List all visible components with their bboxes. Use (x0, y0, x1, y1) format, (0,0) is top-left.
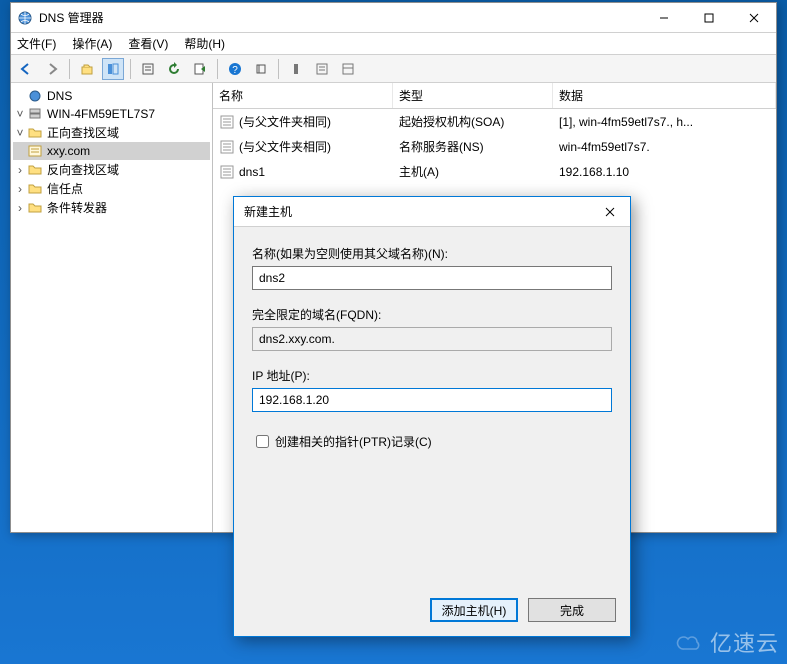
toolbar-separator (130, 59, 131, 79)
server-icon (27, 106, 43, 122)
back-button[interactable] (15, 58, 37, 80)
filter-button[interactable] (250, 58, 272, 80)
create-ptr-label: 创建相关的指针(PTR)记录(C) (275, 433, 432, 450)
new-host-dialog: 新建主机 名称(如果为空则使用其父域名称)(N): 完全限定的域名(FQDN):… (233, 196, 631, 637)
folder-open-icon (27, 125, 43, 141)
tree-label: DNS (47, 89, 72, 103)
ip-label: IP 地址(P): (252, 367, 612, 384)
up-button[interactable] (76, 58, 98, 80)
help-button[interactable]: ? (224, 58, 246, 80)
menu-help[interactable]: 帮助(H) (184, 35, 225, 52)
dialog-title: 新建主机 (244, 203, 590, 220)
show-hide-tree-button[interactable] (102, 58, 124, 80)
dns-app-icon (17, 10, 33, 26)
cell-name: (与父文件夹相同) (239, 138, 331, 155)
tree-node-forward-zones[interactable]: ˅ 正向查找区域 (13, 123, 210, 142)
tree-node-conditional-forwarders[interactable]: › 条件转发器 (13, 198, 210, 217)
cell-data: win-4fm59etl7s7. (559, 140, 650, 154)
cell-name: (与父文件夹相同) (239, 113, 331, 130)
tree-label: WIN-4FM59ETL7S7 (47, 107, 155, 121)
ip-input[interactable] (252, 388, 612, 412)
collapse-caret-icon[interactable]: › (13, 201, 27, 215)
tree-node-zone-xxy[interactable]: xxy.com (13, 142, 210, 160)
zone-icon (27, 143, 43, 159)
toolbar-separator (278, 59, 279, 79)
cell-type: 名称服务器(NS) (399, 138, 484, 155)
column-header-type[interactable]: 类型 (393, 83, 553, 108)
menu-view[interactable]: 查看(V) (128, 35, 168, 52)
add-host-button[interactable]: 添加主机(H) (430, 598, 518, 622)
cell-type: 主机(A) (399, 163, 439, 180)
toolbar-separator (217, 59, 218, 79)
collapse-caret-icon[interactable]: › (13, 182, 27, 196)
name-input[interactable] (252, 266, 612, 290)
folder-icon (27, 181, 43, 197)
titlebar[interactable]: DNS 管理器 (11, 3, 776, 33)
tool-btn-3[interactable] (337, 58, 359, 80)
close-button[interactable] (731, 3, 776, 32)
list-row[interactable]: (与父文件夹相同) 起始授权机构(SOA) [1], win-4fm59etl7… (213, 109, 776, 134)
column-header-data[interactable]: 数据 (553, 83, 776, 108)
cell-data: 192.168.1.10 (559, 165, 629, 179)
expand-caret-icon[interactable]: ˅ (13, 126, 27, 140)
toolbar-separator (69, 59, 70, 79)
list-header: 名称 类型 数据 (213, 83, 776, 109)
export-button[interactable] (189, 58, 211, 80)
dns-root-icon (27, 88, 43, 104)
cell-type: 起始授权机构(SOA) (399, 113, 504, 130)
tree-label: xxy.com (47, 144, 90, 158)
properties-button[interactable] (137, 58, 159, 80)
watermark-text: 亿速云 (710, 626, 779, 658)
dialog-button-row: 添加主机(H) 完成 (234, 588, 630, 636)
record-icon (219, 114, 235, 130)
tool-btn-2[interactable] (311, 58, 333, 80)
tree-label: 信任点 (47, 180, 83, 197)
window-title: DNS 管理器 (39, 9, 641, 26)
dialog-titlebar[interactable]: 新建主机 (234, 197, 630, 227)
done-button[interactable]: 完成 (528, 598, 616, 622)
record-icon (219, 139, 235, 155)
folder-icon (27, 200, 43, 216)
tree-label: 反向查找区域 (47, 161, 119, 178)
svg-text:?: ? (232, 65, 238, 76)
tree-node-trust-points[interactable]: › 信任点 (13, 179, 210, 198)
folder-icon (27, 162, 43, 178)
menubar: 文件(F) 操作(A) 查看(V) 帮助(H) (11, 33, 776, 55)
tree-node-dns-root[interactable]: DNS (13, 87, 210, 105)
tool-btn-1[interactable] (285, 58, 307, 80)
menu-file[interactable]: 文件(F) (17, 35, 56, 52)
tree-label: 条件转发器 (47, 199, 107, 216)
fqdn-input (252, 327, 612, 351)
maximize-button[interactable] (686, 3, 731, 32)
cell-name: dns1 (239, 165, 265, 179)
list-row[interactable]: dns1 主机(A) 192.168.1.10 (213, 159, 776, 184)
tree-node-reverse-zones[interactable]: › 反向查找区域 (13, 160, 210, 179)
fqdn-label: 完全限定的域名(FQDN): (252, 306, 612, 323)
tree-label: 正向查找区域 (47, 124, 119, 141)
record-icon (219, 164, 235, 180)
watermark: 亿速云 (676, 626, 779, 658)
tree-panel[interactable]: DNS ˅ WIN-4FM59ETL7S7 ˅ 正向查找区域 xxy.com ›… (11, 83, 213, 532)
refresh-button[interactable] (163, 58, 185, 80)
cell-data: [1], win-4fm59etl7s7., h... (559, 115, 693, 129)
minimize-button[interactable] (641, 3, 686, 32)
menu-operate[interactable]: 操作(A) (72, 35, 112, 52)
list-row[interactable]: (与父文件夹相同) 名称服务器(NS) win-4fm59etl7s7. (213, 134, 776, 159)
name-label: 名称(如果为空则使用其父域名称)(N): (252, 245, 612, 262)
create-ptr-checkbox[interactable] (256, 435, 269, 448)
dialog-body: 名称(如果为空则使用其父域名称)(N): 完全限定的域名(FQDN): IP 地… (234, 227, 630, 588)
expand-caret-icon[interactable]: ˅ (13, 107, 27, 121)
collapse-caret-icon[interactable]: › (13, 163, 27, 177)
dialog-close-button[interactable] (590, 197, 630, 226)
column-header-name[interactable]: 名称 (213, 83, 393, 108)
tree-node-server[interactable]: ˅ WIN-4FM59ETL7S7 (13, 105, 210, 123)
forward-button[interactable] (41, 58, 63, 80)
toolbar: ? (11, 55, 776, 83)
